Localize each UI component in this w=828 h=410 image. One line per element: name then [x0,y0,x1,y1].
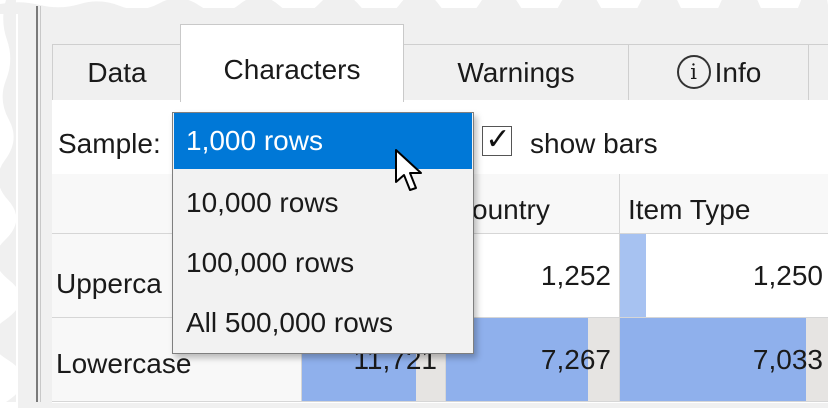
sample-label: Sample: [58,128,161,159]
cell-value: 7,267 [540,344,611,375]
tab-data[interactable]: Data [52,44,182,100]
tab-info-label: Info [714,57,762,88]
window-frame [36,6,38,402]
checkmark-icon: ✓ [485,123,511,156]
mouse-cursor-icon [395,149,422,191]
info-icon: i [676,54,711,89]
table-cell[interactable]: 1,250 [620,234,828,318]
torn-edge-left [0,0,16,402]
bar [620,234,646,317]
show-bars-label: show bars [530,128,658,159]
tab-partial[interactable]: C [808,44,828,100]
cell-value: 7,033 [752,344,823,375]
column-header-country-label: ountry [472,194,550,225]
sample-option-100000[interactable]: 100,000 rows [174,235,472,291]
cell-value: 1,250 [752,260,823,291]
tab-warnings-label: Warnings [457,57,575,88]
sample-option-all[interactable]: All 500,000 rows [174,295,472,351]
tab-bar: Data Characters Warnings iInfo C [52,24,828,102]
table-cell[interactable]: 7,033 [620,318,828,402]
tab-characters-label: Characters [223,54,361,85]
tab-data-label: Data [87,57,147,88]
sample-dropdown-list[interactable]: 1,000 rows 10,000 rows 100,000 rows All … [172,112,474,354]
window-frame-inner [40,6,41,402]
tab-warnings[interactable]: Warnings [402,44,630,100]
tab-characters[interactable]: Characters [180,24,404,102]
tab-info[interactable]: i Info [628,44,810,100]
row-header-uppercase-label: Upperca [56,268,162,299]
column-header-item-type[interactable]: Item Type [620,174,828,234]
cell-value: 1,252 [540,260,611,291]
show-bars-checkbox[interactable]: ✓ [482,123,512,156]
column-header-item-type-label: Item Type [628,194,751,225]
